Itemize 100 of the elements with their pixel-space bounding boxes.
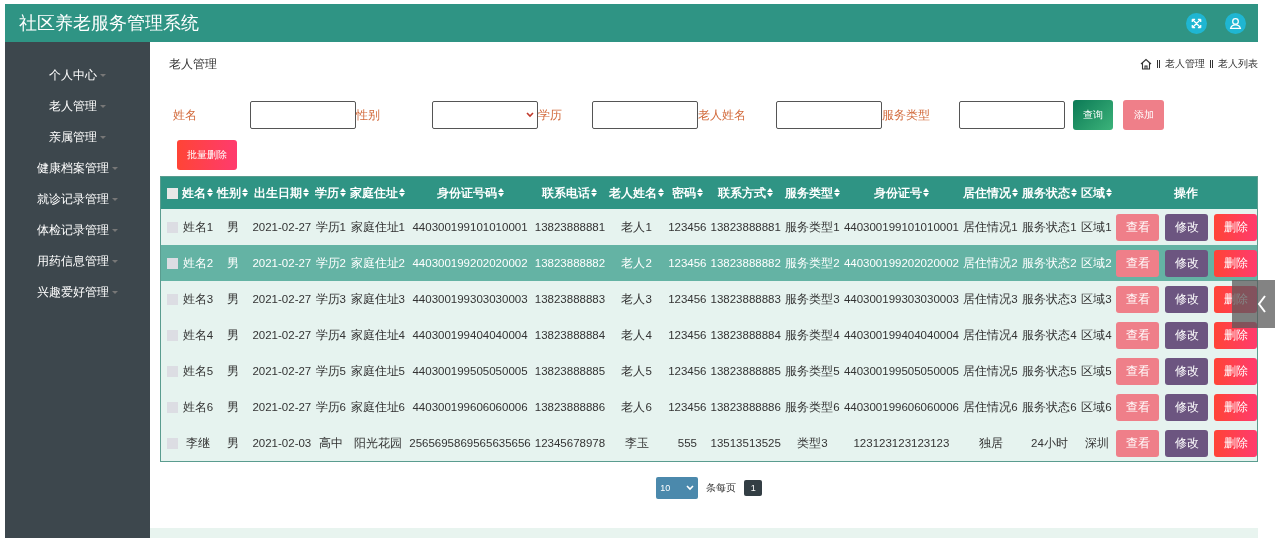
- table-cell: 123456: [666, 353, 709, 389]
- row-action-button[interactable]: 删除: [1214, 249, 1257, 277]
- user-icon[interactable]: [1225, 12, 1246, 34]
- table-cell: 高中: [313, 425, 349, 462]
- column-header[interactable]: 身份证号: [841, 176, 961, 209]
- filter-label: 服务类型: [882, 106, 932, 124]
- filter-field[interactable]: [592, 101, 699, 129]
- row-action-button[interactable]: 查看: [1116, 393, 1159, 421]
- column-header[interactable]: 服务类型: [782, 176, 842, 209]
- column-header[interactable]: 联系电话: [532, 176, 608, 209]
- sidebar-item[interactable]: 个人中心: [5, 60, 151, 91]
- sidebar-item[interactable]: 亲属管理: [5, 122, 151, 153]
- add-button[interactable]: 添加: [1123, 100, 1165, 130]
- row-checkbox[interactable]: [167, 258, 179, 270]
- row-action-button[interactable]: 查看: [1116, 249, 1159, 277]
- row-action-button[interactable]: 修改: [1165, 393, 1208, 421]
- table-cell: 家庭住址6: [348, 389, 408, 425]
- sort-icon[interactable]: [767, 187, 774, 197]
- column-header[interactable]: 性别: [215, 176, 251, 209]
- sidebar-item[interactable]: 用药信息管理: [5, 246, 151, 277]
- row-action-button[interactable]: 修改: [1165, 213, 1208, 241]
- row-action-button[interactable]: 查看: [1116, 321, 1159, 349]
- column-header[interactable]: 区域: [1079, 176, 1114, 209]
- row-action-button[interactable]: 修改: [1165, 285, 1208, 313]
- row-action-button[interactable]: 删除: [1214, 429, 1257, 457]
- column-header[interactable]: 姓名: [180, 176, 216, 209]
- table-cell: 440300199505050005: [407, 353, 533, 389]
- column-header[interactable]: 出生日期: [250, 176, 314, 209]
- table-cell: 13823888884: [532, 317, 608, 353]
- table-cell: 服务类型6: [782, 389, 842, 425]
- sidebar-item[interactable]: 就诊记录管理: [5, 184, 151, 215]
- column-header[interactable]: 老人姓名: [607, 176, 667, 209]
- table-cell: 区域5: [1079, 353, 1114, 389]
- row-action-button[interactable]: 删除: [1214, 357, 1257, 385]
- filter-field[interactable]: [250, 101, 357, 129]
- table-cell: 姓名6: [180, 389, 216, 425]
- table-cell: 123456: [666, 389, 709, 425]
- sort-icon[interactable]: [696, 187, 703, 197]
- column-header[interactable]: 学历: [313, 176, 349, 209]
- sort-icon[interactable]: [303, 187, 310, 197]
- breadcrumb-item[interactable]: 老人列表: [1218, 57, 1258, 71]
- breadcrumb-item[interactable]: 老人管理: [1165, 57, 1205, 71]
- sidebar-item[interactable]: 老人管理: [5, 91, 151, 122]
- sort-icon[interactable]: [591, 187, 598, 197]
- select-all-checkbox[interactable]: [167, 188, 179, 200]
- row-action-button[interactable]: 查看: [1116, 357, 1159, 385]
- table-cell: 440300199101010001: [841, 209, 961, 245]
- filter-label: 老人姓名: [698, 106, 748, 124]
- sidebar-item[interactable]: 体检记录管理: [5, 215, 151, 246]
- page-size-select[interactable]: 10: [656, 477, 699, 499]
- sidebar-item[interactable]: 健康档案管理: [5, 153, 151, 184]
- row-action-button[interactable]: 查看: [1116, 285, 1159, 313]
- search-button[interactable]: 查询: [1073, 100, 1114, 130]
- sort-icon[interactable]: [1012, 187, 1018, 197]
- table-cell: 2021-02-03: [250, 425, 314, 462]
- column-header[interactable]: 服务状态: [1020, 176, 1079, 209]
- table-cell: 服务状态5: [1020, 353, 1079, 389]
- filter-dropdown[interactable]: [432, 101, 539, 129]
- column-header[interactable]: 联系方式: [708, 176, 783, 209]
- table-cell: 服务状态1: [1020, 209, 1079, 245]
- column-header[interactable]: 居住情况: [961, 176, 1020, 209]
- fullscreen-icon[interactable]: [1186, 12, 1207, 34]
- batch-delete-button[interactable]: 批量删除: [177, 140, 238, 170]
- column-header[interactable]: 身份证号码: [407, 176, 533, 209]
- table-cell: 440300199505050005: [841, 353, 961, 389]
- table-cell: 区域1: [1079, 209, 1114, 245]
- sort-icon[interactable]: [922, 187, 929, 197]
- table-cell: 服务类型2: [782, 245, 842, 281]
- table-cell: 13823888881: [532, 209, 608, 245]
- row-action-button[interactable]: 删除: [1214, 393, 1257, 421]
- table-cell: 13823888884: [708, 317, 783, 353]
- sort-icon[interactable]: [1071, 187, 1077, 197]
- table-cell: 123123123123123: [841, 425, 961, 462]
- table-cell: 区域4: [1079, 317, 1114, 353]
- row-action-button[interactable]: 修改: [1165, 429, 1208, 457]
- column-header[interactable]: 密码: [666, 176, 709, 209]
- table-cell: 居住情况3: [961, 281, 1020, 317]
- filter-field[interactable]: [959, 101, 1066, 129]
- row-action-button[interactable]: 删除: [1214, 213, 1257, 241]
- row-action-button[interactable]: 查看: [1116, 429, 1159, 457]
- table-cell: 13823888883: [532, 281, 608, 317]
- home-icon[interactable]: [1140, 58, 1152, 70]
- sort-icon[interactable]: [497, 187, 504, 197]
- table-cell: 2021-02-27: [250, 353, 314, 389]
- filter-field[interactable]: [776, 101, 883, 129]
- table-cell: 老人4: [607, 317, 667, 353]
- table-cell: 2021-02-27: [250, 245, 314, 281]
- column-header[interactable]: 操作: [1114, 176, 1258, 209]
- column-header[interactable]: 家庭住址: [348, 176, 408, 209]
- table-cell: 12345678978: [532, 425, 608, 462]
- sort-icon[interactable]: [1106, 187, 1112, 197]
- row-action-button[interactable]: 修改: [1165, 249, 1208, 277]
- table-cell: 李玉: [607, 425, 667, 462]
- table-cell: 姓名4: [180, 317, 216, 353]
- row-action-button[interactable]: 修改: [1165, 357, 1208, 385]
- sidebar-item[interactable]: 兴趣爱好管理: [5, 277, 151, 308]
- page-button[interactable]: 1: [744, 480, 763, 496]
- row-action-button[interactable]: 查看: [1116, 213, 1159, 241]
- row-action-button[interactable]: 修改: [1165, 321, 1208, 349]
- table-cell: 姓名3: [180, 281, 216, 317]
